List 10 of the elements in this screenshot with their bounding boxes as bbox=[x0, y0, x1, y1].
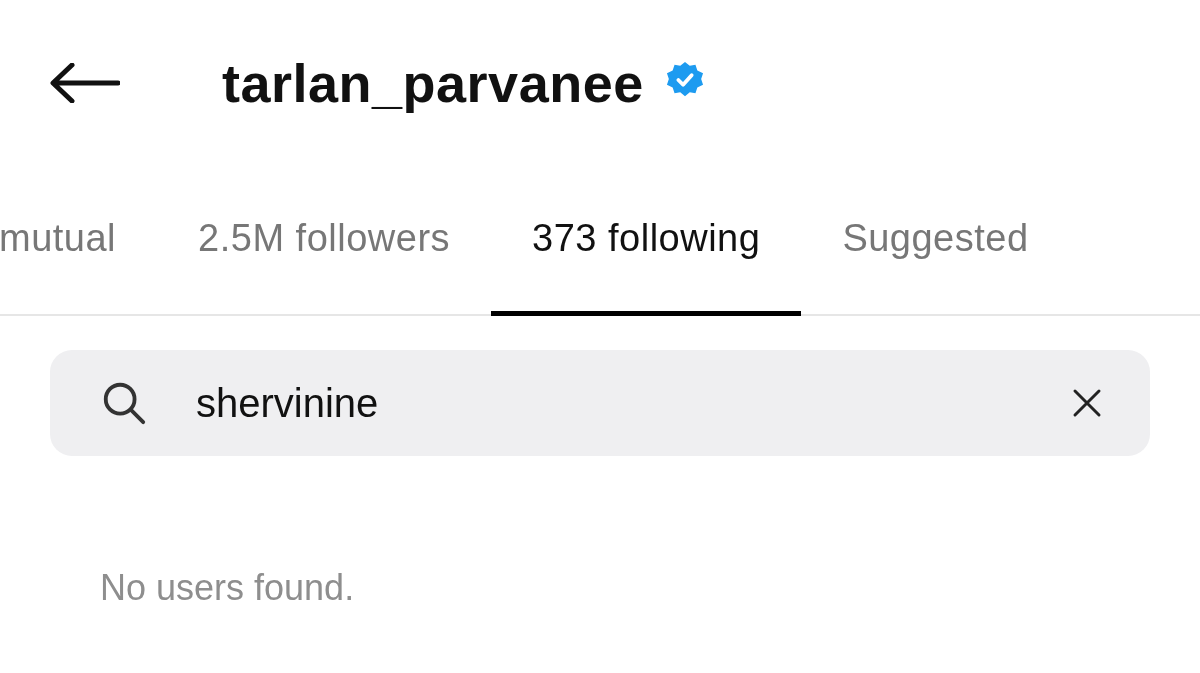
back-arrow-icon[interactable] bbox=[50, 62, 120, 103]
empty-message: No users found. bbox=[100, 567, 356, 609]
clear-icon[interactable] bbox=[1072, 388, 1102, 418]
search-query: shervinine bbox=[196, 380, 380, 426]
tab[interactable]: Suggested bbox=[801, 165, 1070, 316]
search-field[interactable]: shervinine bbox=[50, 350, 1150, 456]
tab[interactable]: 373 following bbox=[491, 165, 802, 316]
tab[interactable]: mutual bbox=[0, 165, 158, 316]
profile-username: tarlan_parvanee bbox=[222, 51, 644, 114]
tab[interactable]: 2.5M followers bbox=[157, 165, 492, 316]
